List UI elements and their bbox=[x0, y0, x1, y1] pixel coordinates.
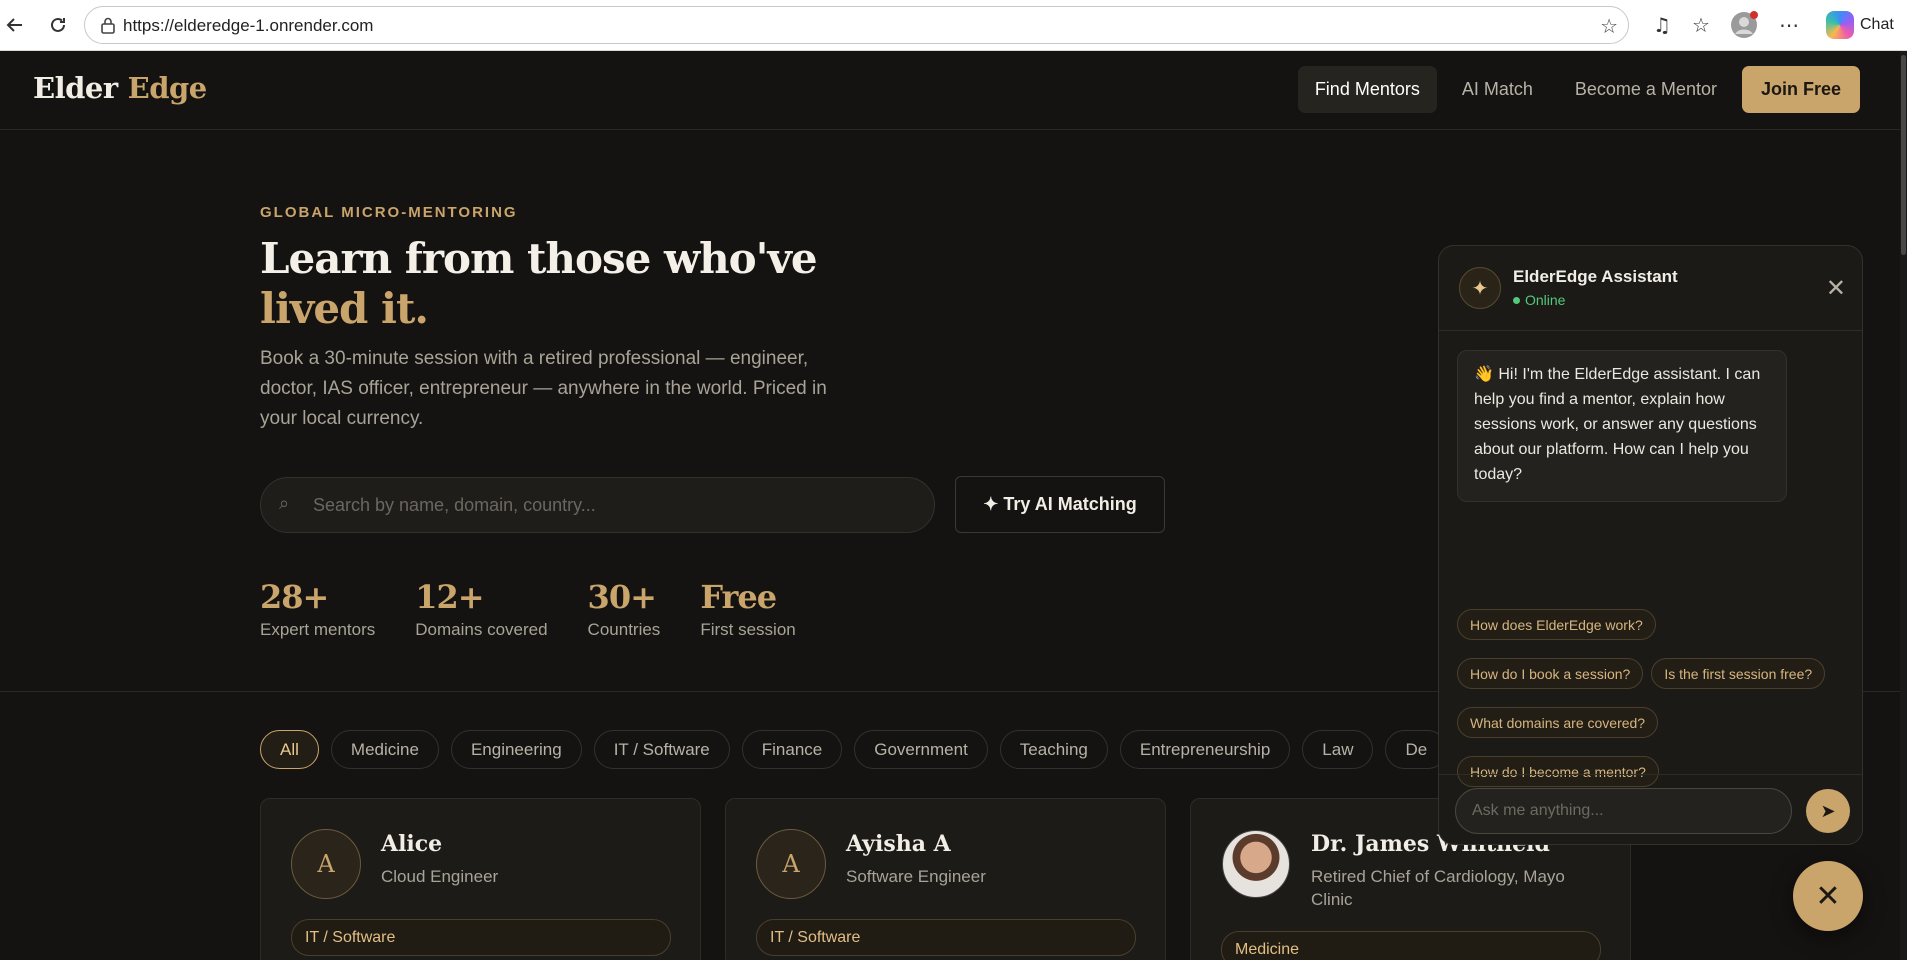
filter-it-software[interactable]: IT / Software bbox=[593, 730, 730, 769]
search-input[interactable] bbox=[313, 488, 913, 522]
filter-truncated[interactable]: De bbox=[1385, 730, 1440, 769]
lock-icon bbox=[101, 17, 115, 34]
stat-label: Countries bbox=[587, 620, 661, 639]
status-text: Online bbox=[1525, 292, 1566, 308]
filter-medicine[interactable]: Medicine bbox=[330, 730, 439, 769]
page: Elder Edge Find Mentors AI Match Become a… bbox=[0, 51, 1900, 960]
scrollbar-thumb[interactable] bbox=[1901, 55, 1906, 255]
stat-number: 30+ bbox=[587, 578, 657, 616]
chat-input[interactable] bbox=[1455, 788, 1792, 834]
mentor-domain-tag: IT / Software bbox=[291, 919, 671, 956]
suggestion-chip[interactable]: What domains are covered? bbox=[1457, 707, 1659, 738]
stat-label: First session bbox=[700, 620, 796, 639]
hero-title-line1: Learn from those who've bbox=[260, 234, 818, 283]
stat-number: 28+ bbox=[260, 578, 329, 616]
chat-footer: ➤ bbox=[1439, 774, 1862, 844]
hero-lead: Book a 30-minute session with a retired … bbox=[260, 348, 827, 429]
nav-find-mentors[interactable]: Find Mentors bbox=[1297, 66, 1437, 113]
chat-toggle-close-icon[interactable]: ✕ bbox=[1793, 861, 1863, 931]
mentor-domain-tag: IT / Software bbox=[756, 919, 1136, 956]
stat-domains: 12+ Domains covered bbox=[415, 578, 547, 640]
mentor-domain-tag: Medicine bbox=[1221, 931, 1601, 960]
site-header: Elder Edge Find Mentors AI Match Become a… bbox=[0, 51, 1900, 130]
nav-ai-match[interactable]: AI Match bbox=[1445, 66, 1550, 113]
media-icon[interactable]: ♫ bbox=[1647, 10, 1677, 40]
filter-engineering[interactable]: Engineering bbox=[450, 730, 582, 769]
mentor-role: Software Engineer bbox=[846, 867, 986, 886]
logo-part1: Elder bbox=[33, 71, 118, 105]
url-text: https://elderedge-1.onrender.com bbox=[123, 16, 374, 35]
sparkle-icon: ✦ bbox=[1459, 267, 1501, 309]
chat-header: ✦ ElderEdge Assistant Online ✕ bbox=[1439, 246, 1862, 331]
mentor-name: Ayisha A bbox=[846, 831, 951, 857]
favorites-icon[interactable]: ☆ bbox=[1686, 10, 1716, 40]
assistant-name: ElderEdge Assistant bbox=[1513, 267, 1678, 286]
filter-entrepreneurship[interactable]: Entrepreneurship bbox=[1119, 730, 1291, 769]
mentor-role: Retired Chief of Cardiology, Mayo Clinic bbox=[1311, 867, 1565, 909]
filter-teaching[interactable]: Teaching bbox=[999, 730, 1108, 769]
stat-label: Expert mentors bbox=[260, 620, 376, 639]
hero-title-line2: lived it. bbox=[260, 284, 429, 333]
copilot-chat-button[interactable]: Chat bbox=[1822, 8, 1902, 42]
send-icon[interactable]: ➤ bbox=[1806, 789, 1850, 833]
try-ai-matching-button[interactable]: ✦ Try AI Matching bbox=[955, 476, 1165, 533]
hero-eyebrow: GLOBAL MICRO-MENTORING bbox=[260, 204, 518, 221]
stat-mentors: 28+ Expert mentors bbox=[260, 578, 375, 640]
refresh-icon[interactable] bbox=[43, 10, 73, 40]
filter-law[interactable]: Law bbox=[1302, 730, 1374, 769]
filter-all[interactable]: All bbox=[260, 730, 319, 769]
search-icon: ⌕ bbox=[279, 493, 290, 514]
suggestion-chip[interactable]: How do I book a session? bbox=[1457, 658, 1644, 689]
more-options-icon[interactable]: ⋯ bbox=[1774, 10, 1804, 40]
favorite-star-icon[interactable]: ☆ bbox=[1600, 14, 1618, 38]
status-badge: Online bbox=[1513, 292, 1565, 308]
assistant-chat-panel: ✦ ElderEdge Assistant Online ✕ 👋 Hi! I'm… bbox=[1438, 245, 1863, 845]
suggestion-chip[interactable]: Is the first session free? bbox=[1651, 658, 1826, 689]
mentor-role: Cloud Engineer bbox=[381, 867, 499, 886]
nav-links: Find Mentors AI Match Become a Mentor Jo… bbox=[1297, 66, 1860, 113]
profile-avatar-icon[interactable] bbox=[1729, 10, 1759, 40]
mentor-card[interactable]: A Alice Cloud Engineer IT / Software bbox=[260, 798, 701, 960]
filter-government[interactable]: Government bbox=[854, 730, 988, 769]
suggestion-chip[interactable]: How does ElderEdge work? bbox=[1457, 609, 1656, 640]
mentor-name: Alice bbox=[381, 831, 443, 857]
online-dot-icon bbox=[1513, 296, 1520, 304]
close-icon[interactable]: ✕ bbox=[1826, 276, 1846, 300]
copilot-icon bbox=[1826, 11, 1854, 39]
copilot-chat-label: Chat bbox=[1860, 16, 1894, 33]
domain-filters: All Medicine Engineering IT / Software F… bbox=[260, 730, 1440, 769]
back-icon[interactable] bbox=[0, 10, 30, 40]
nav-become-mentor[interactable]: Become a Mentor bbox=[1558, 66, 1734, 113]
stat-countries: 30+ Countries bbox=[588, 578, 661, 640]
stat-number: 12+ bbox=[415, 578, 484, 616]
stat-first-session: Free First session bbox=[700, 578, 795, 640]
hero-title: Learn from those who've lived it. bbox=[260, 234, 818, 334]
stat-label: Domains covered bbox=[415, 620, 548, 639]
suggestion-chips: How does ElderEdge work? How do I book a… bbox=[1457, 609, 1857, 787]
stat-number: Free bbox=[700, 578, 777, 616]
site-logo[interactable]: Elder Edge bbox=[33, 71, 207, 105]
address-bar[interactable]: https://elderedge-1.onrender.com ☆ bbox=[84, 6, 1629, 44]
browser-toolbar: https://elderedge-1.onrender.com ☆ ♫ ☆ ⋯… bbox=[0, 0, 1907, 51]
join-free-button[interactable]: Join Free bbox=[1741, 66, 1860, 113]
mentor-search: ⌕ bbox=[260, 477, 935, 533]
assistant-message: 👋 Hi! I'm the ElderEdge assistant. I can… bbox=[1457, 350, 1787, 502]
mentor-card[interactable]: A Ayisha A Software Engineer IT / Softwa… bbox=[725, 798, 1166, 960]
filter-finance[interactable]: Finance bbox=[741, 730, 843, 769]
avatar: A bbox=[291, 829, 361, 899]
stats-row: 28+ Expert mentors 12+ Domains covered 3… bbox=[260, 578, 836, 640]
avatar-photo bbox=[1222, 830, 1290, 898]
avatar: A bbox=[756, 829, 826, 899]
logo-part2: Edge bbox=[127, 71, 208, 105]
